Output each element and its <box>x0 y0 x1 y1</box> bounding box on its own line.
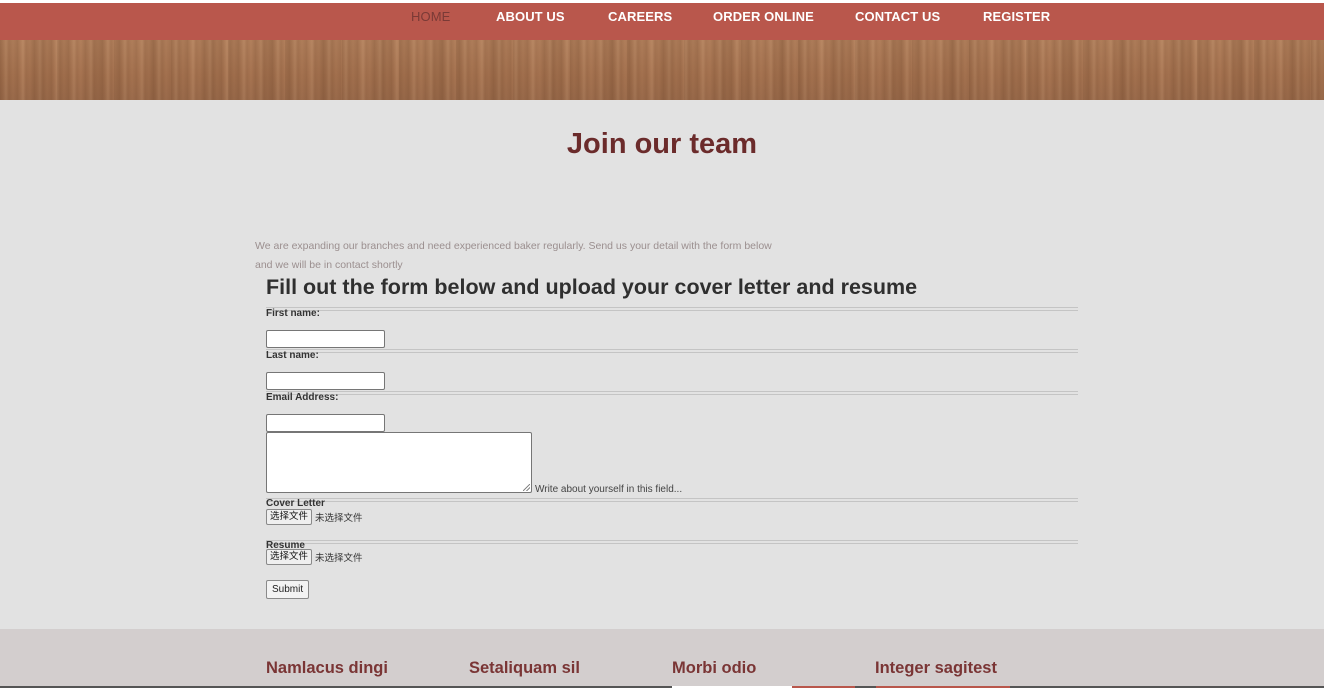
form-divider <box>266 540 1078 544</box>
first-name-label: First name: <box>266 308 320 319</box>
form-divider <box>266 307 1078 311</box>
about-hint: Write about yourself in this field... <box>535 484 683 495</box>
email-field[interactable] <box>266 414 385 432</box>
nav-home[interactable]: HOME <box>411 9 450 24</box>
nav-register[interactable]: REGISTER <box>983 9 1050 24</box>
nav-about-us[interactable]: ABOUT US <box>496 9 565 24</box>
top-nav-bar: HOME ABOUT US CAREERS ORDER ONLINE CONTA… <box>0 0 1324 40</box>
resize-grip-icon[interactable] <box>523 484 530 491</box>
footer: Namlacus dingi Setaliquam sil Morbi odio… <box>0 629 1324 688</box>
last-name-label: Last name: <box>266 350 319 361</box>
nav-order-online[interactable]: ORDER ONLINE <box>713 9 814 24</box>
main-nav: HOME ABOUT US CAREERS ORDER ONLINE CONTA… <box>0 3 1324 40</box>
cover-letter-upload: 选择文件 未选择文件 <box>266 509 363 525</box>
first-name-field[interactable] <box>266 330 385 348</box>
email-label: Email Address: <box>266 392 339 403</box>
footer-column-title: Morbi odio <box>672 659 757 677</box>
submit-button[interactable]: Submit <box>266 580 310 599</box>
nav-contact-us[interactable]: CONTACT US <box>855 9 940 24</box>
cover-letter-label: Cover Letter <box>266 498 325 509</box>
cover-letter-file-status: 未选择文件 <box>315 513 363 524</box>
resume-upload: 选择文件 未选择文件 <box>266 549 363 565</box>
cover-letter-choose-file-button[interactable]: 选择文件 <box>266 509 313 525</box>
intro-text-line-1: We are expanding our branches and need e… <box>255 240 772 252</box>
form-divider <box>266 498 1078 502</box>
page-title: Join our team <box>566 128 758 160</box>
footer-column-title: Integer sagitest <box>875 659 997 677</box>
last-name-field[interactable] <box>266 372 385 390</box>
intro-text-line-2: and we will be in contact shortly <box>255 259 403 271</box>
form-heading: Fill out the form below and upload your … <box>266 275 918 299</box>
nav-careers[interactable]: CAREERS <box>608 9 672 24</box>
about-yourself-textarea[interactable] <box>266 432 532 493</box>
resume-choose-file-button[interactable]: 选择文件 <box>266 549 313 565</box>
form-divider <box>266 391 1078 395</box>
form-divider <box>266 349 1078 353</box>
footer-column-title: Setaliquam sil <box>469 659 580 677</box>
resume-file-status: 未选择文件 <box>315 553 363 564</box>
footer-column-title: Namlacus dingi <box>266 659 388 677</box>
wood-banner <box>0 40 1324 100</box>
